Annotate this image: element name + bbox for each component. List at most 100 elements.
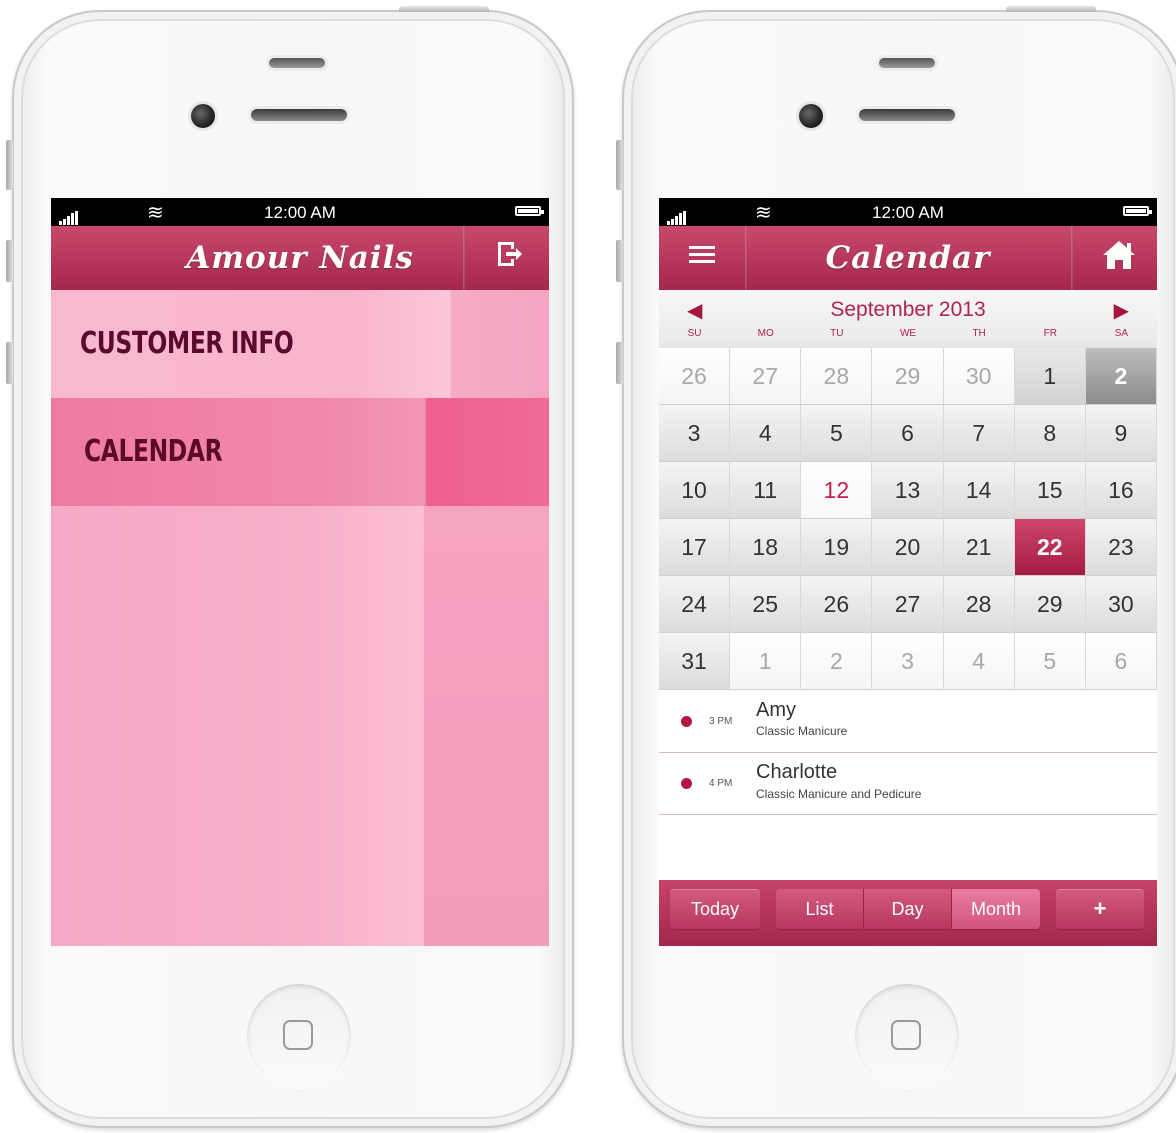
status-time: 12:00 AM: [264, 203, 336, 222]
battery-icon: [515, 206, 544, 216]
calendar-day-cell[interactable]: 14: [943, 462, 1015, 519]
calendar-day-cell[interactable]: 6: [1085, 633, 1157, 690]
month-label: September 2013: [830, 298, 986, 321]
calendar-day-cell[interactable]: 27: [730, 348, 802, 405]
weekday-label: SU: [687, 328, 702, 339]
calendar-day-cell[interactable]: 24: [659, 576, 731, 633]
event-client-name: Amy: [756, 699, 796, 721]
next-month-arrow[interactable]: ▶: [1114, 298, 1129, 323]
menu-item-calendar[interactable]: CALENDAR: [51, 398, 549, 506]
calendar-day-cell[interactable]: 29: [872, 348, 944, 405]
earpiece-speaker: [859, 109, 955, 121]
status-time: 12:00 AM: [872, 203, 944, 222]
calendar-day-cell[interactable]: 29: [1014, 576, 1086, 633]
calendar-day-cell[interactable]: 18: [730, 519, 802, 576]
event-service: Classic Manicure and Pedicure: [756, 787, 922, 801]
status-bar: ≋ 12:00 AM: [659, 198, 1157, 226]
calendar-day-cell[interactable]: 5: [1014, 633, 1086, 690]
calendar-day-cell[interactable]: 27: [872, 576, 944, 633]
month-view-button[interactable]: Month: [952, 889, 1040, 929]
calendar-day-cell[interactable]: 28: [943, 576, 1015, 633]
menu-side-panel: [424, 506, 549, 946]
calendar-grid: 26 27 28 29 30 1 2 3 4 5 6 7 8 9 10 11 12 13 14 15 16 17 18 19 2…: [659, 348, 1157, 690]
event-service: Classic Manicure: [756, 724, 848, 738]
calendar-day-cell[interactable]: 4: [730, 405, 802, 462]
calendar-day-cell[interactable]: 13: [872, 462, 944, 519]
calendar-day-cell[interactable]: 3: [659, 405, 731, 462]
calendar-day-cell[interactable]: 10: [659, 462, 731, 519]
menu-item-label: CUSTOMER INFO: [80, 326, 294, 361]
calendar-day-cell[interactable]: 28: [801, 348, 873, 405]
weekday-label: MO: [757, 328, 774, 339]
app-header: Amour Nails: [51, 226, 549, 291]
sensor: [269, 58, 325, 68]
calendar-day-cell[interactable]: 30: [1085, 576, 1157, 633]
volume-down-button: [6, 342, 13, 384]
calendar-day-cell[interactable]: 1: [730, 633, 802, 690]
calendar-day-cell[interactable]: 2: [801, 633, 873, 690]
earpiece-speaker: [251, 109, 347, 121]
event-item[interactable]: 3 PM Amy Classic Manicure: [659, 690, 1157, 753]
phone-frame-left: ≋ 12:00 AM Amour Nails CUSTOMER INFO CAL…: [6, 6, 574, 1128]
home-icon[interactable]: [1081, 239, 1157, 281]
today-button[interactable]: Today: [670, 889, 760, 929]
event-dot: [681, 778, 692, 789]
volume-down-button: [616, 342, 623, 384]
calendar-day-cell[interactable]: 19: [801, 519, 873, 576]
screen-left: ≋ 12:00 AM Amour Nails CUSTOMER INFO CAL…: [51, 198, 549, 946]
app-title: Amour Nails: [186, 240, 414, 276]
calendar-day-cell[interactable]: 8: [1014, 405, 1086, 462]
calendar-day-cell[interactable]: 3: [872, 633, 944, 690]
home-button[interactable]: [247, 984, 351, 1088]
day-view-button[interactable]: Day: [864, 889, 952, 929]
event-client-name: Charlotte: [756, 761, 838, 783]
calendar-day-cell[interactable]: 4: [943, 633, 1015, 690]
calendar-day-cell[interactable]: 23: [1085, 519, 1157, 576]
weekday-label: FR: [1043, 328, 1057, 339]
front-camera: [191, 104, 215, 128]
weekday-label: WE: [899, 328, 917, 339]
calendar-day-cell[interactable]: 11: [730, 462, 802, 519]
calendar-day-cell[interactable]: 26: [659, 348, 731, 405]
calendar-day-cell[interactable]: 20: [872, 519, 944, 576]
calendar-day-cell[interactable]: 6: [872, 405, 944, 462]
sensor: [879, 58, 935, 68]
header-divider: [1071, 226, 1073, 290]
calendar-day-cell[interactable]: 1: [1014, 348, 1086, 405]
add-appointment-button[interactable]: +: [1056, 889, 1144, 929]
header-divider: [463, 226, 465, 290]
weekday-label: TU: [830, 328, 844, 339]
calendar-day-cell[interactable]: 7: [943, 405, 1015, 462]
weekday-label: TH: [972, 328, 986, 339]
calendar-day-cell[interactable]: 17: [659, 519, 731, 576]
view-segmented-control: List Day Month: [776, 889, 1040, 929]
event-list: 3 PM Amy Classic Manicure 4 PM Charlotte…: [659, 690, 1157, 880]
calendar-day-cell[interactable]: 2: [1085, 348, 1157, 405]
calendar-day-cell[interactable]: 9: [1085, 405, 1157, 462]
calendar-day-cell[interactable]: 12: [801, 462, 873, 519]
month-navigation: ◀ September 2013 ▶ SU MO TU WE TH FR SA: [659, 290, 1157, 348]
list-view-button[interactable]: List: [776, 889, 864, 929]
calendar-day-cell[interactable]: 5: [801, 405, 873, 462]
logout-icon[interactable]: [479, 239, 539, 279]
event-time: 3 PM: [709, 716, 733, 727]
calendar-day-cell[interactable]: 25: [730, 576, 802, 633]
menu-item-customer-info[interactable]: CUSTOMER INFO: [51, 290, 549, 398]
mute-switch: [616, 140, 623, 190]
power-button: [399, 6, 489, 12]
calendar-day-cell[interactable]: 26: [801, 576, 873, 633]
calendar-day-cell[interactable]: 16: [1085, 462, 1157, 519]
calendar-day-cell[interactable]: 30: [943, 348, 1015, 405]
power-button: [1006, 6, 1096, 12]
event-dot: [681, 716, 692, 727]
home-button[interactable]: [855, 984, 959, 1088]
calendar-day-cell[interactable]: 15: [1014, 462, 1086, 519]
screen-right: ≋ 12:00 AM Calendar ◀ September 2013 ▶ S…: [659, 198, 1157, 946]
calendar-day-cell[interactable]: 21: [943, 519, 1015, 576]
calendar-day-cell[interactable]: 22: [1014, 519, 1086, 576]
battery-icon: [1123, 206, 1152, 216]
weekday-label: SA: [1114, 328, 1129, 339]
calendar-day-cell[interactable]: 31: [659, 633, 731, 690]
volume-up-button: [6, 240, 13, 282]
event-item[interactable]: 4 PM Charlotte Classic Manicure and Pedi…: [659, 752, 1157, 815]
